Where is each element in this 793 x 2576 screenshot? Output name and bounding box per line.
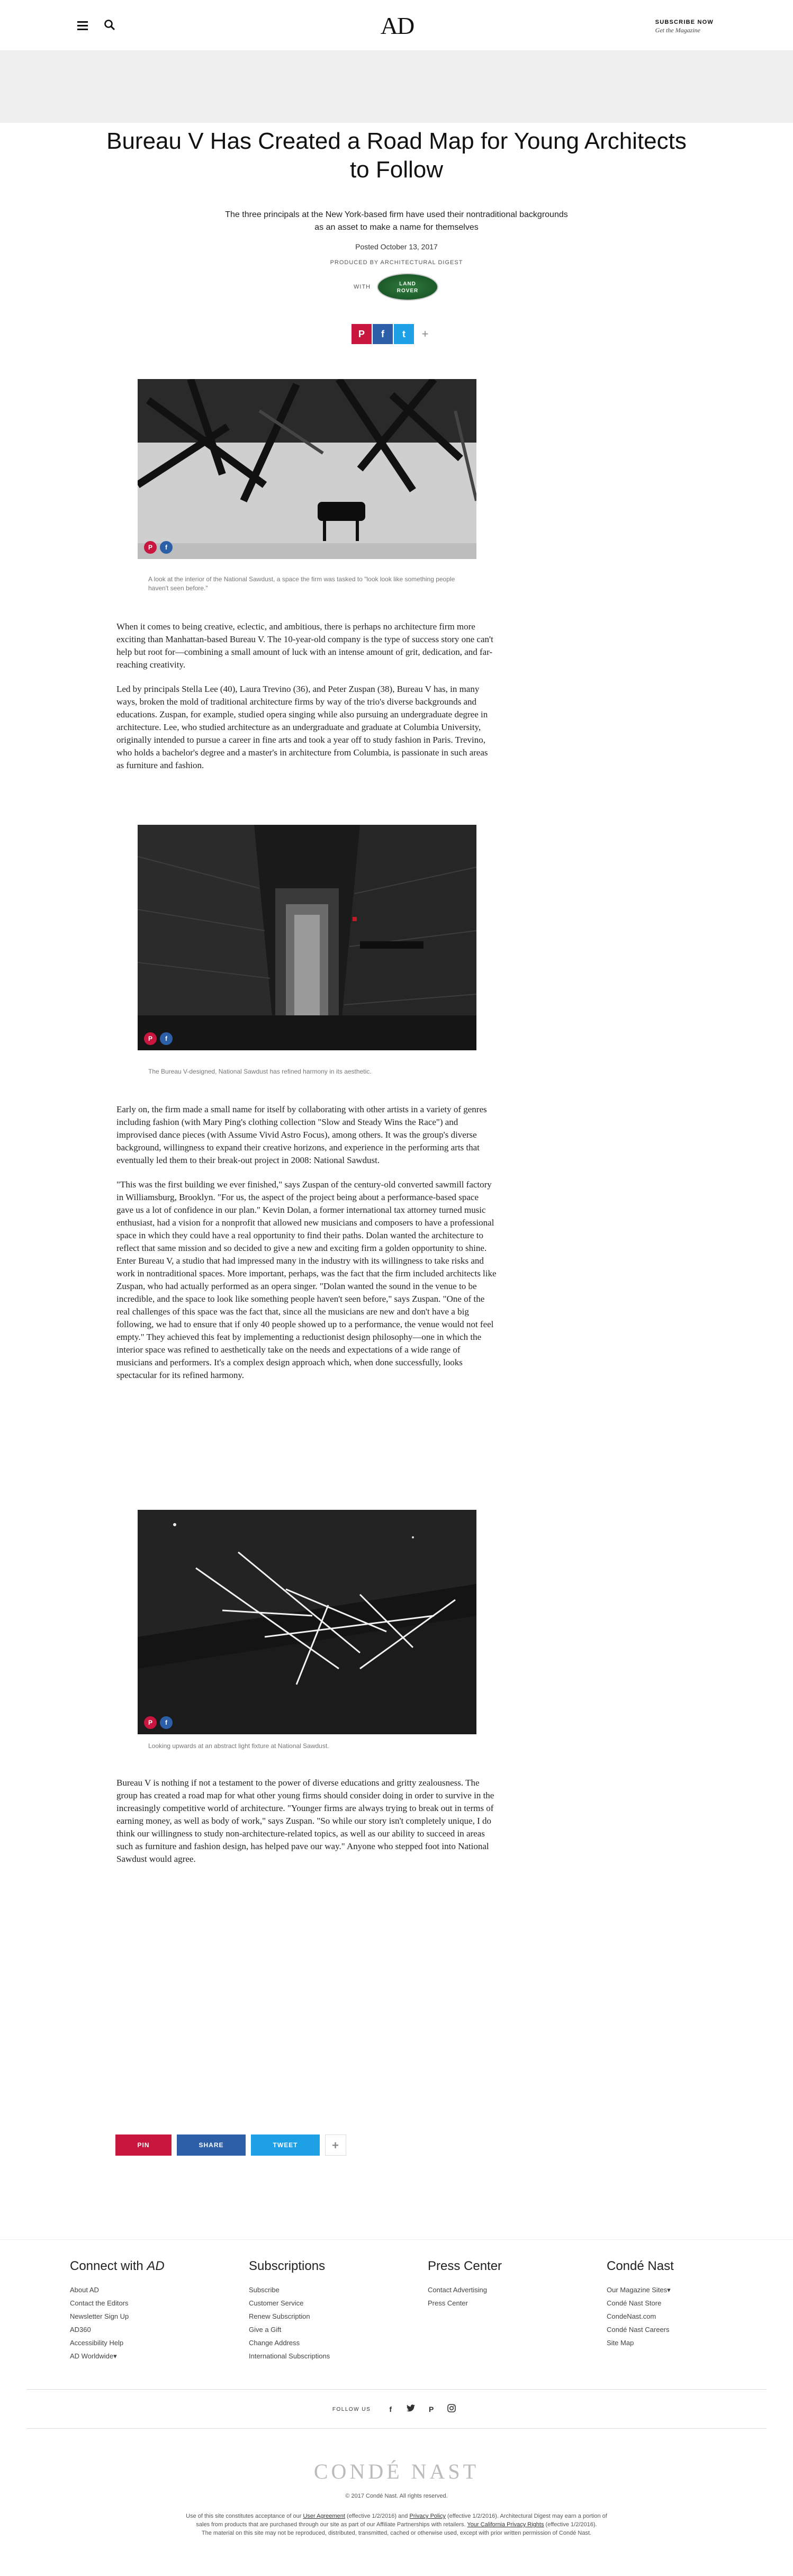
footer-conde: Condé Nast Our Magazine Sites▾ Condé Nas… <box>607 2259 765 2349</box>
article-image-2: P f <box>138 825 476 1050</box>
article-body-3: Bureau V is nothing if not a testament t… <box>116 1777 497 1877</box>
tweet-button-label: TWEET <box>273 2141 298 2149</box>
image-1-caption: A look at the interior of the National S… <box>148 575 455 592</box>
footer-link[interactable]: Our Magazine Sites▾ <box>607 2283 765 2296</box>
posted-date: Posted October 13, 2017 <box>355 242 438 251</box>
follow-us-label: FOLLOW US <box>332 2406 371 2412</box>
copyright: © 2017 Condé Nast. All rights reserved. <box>345 2493 448 2499</box>
pinterest-share-button[interactable]: P <box>352 324 372 344</box>
instagram-icon[interactable] <box>446 2404 457 2415</box>
hamburger-icon[interactable] <box>77 21 88 30</box>
facebook-icon[interactable]: f <box>385 2404 396 2415</box>
more-share-button[interactable]: + <box>415 324 435 344</box>
footer-link[interactable]: Contact the Editors <box>70 2296 229 2310</box>
footer-connect-title: Connect with AD <box>70 2259 165 2273</box>
article-image-1: P f <box>138 379 476 559</box>
follow-us-row: FOLLOW US f P <box>0 2404 793 2415</box>
facebook-image-button[interactable]: f <box>160 541 173 554</box>
search-icon[interactable] <box>104 19 116 32</box>
pinterest-image-button[interactable]: P <box>144 1032 157 1045</box>
site-footer: Connect with AD About AD Contact the Edi… <box>0 2239 793 2576</box>
sponsor-logo-line2: ROVER <box>396 288 419 294</box>
footer-subscriptions: Subscriptions Subscribe Customer Service… <box>249 2259 408 2363</box>
produced-by: PRODUCED BY ARCHITECTURAL DIGEST <box>330 259 463 266</box>
site-header: AD SUBSCRIBE NOW Get the Magazine <box>0 0 793 51</box>
pin-button[interactable]: PIN <box>115 2134 172 2156</box>
footer-connect: Connect with AD About AD Contact the Edi… <box>70 2259 229 2363</box>
california-privacy-link[interactable]: Your California Privacy Rights <box>467 2521 544 2528</box>
conde-nast-logo[interactable]: CONDÉ NAST <box>0 2459 793 2484</box>
footer-link[interactable]: Give a Gift <box>249 2323 408 2336</box>
footer-link[interactable]: CondeNast.com <box>607 2310 765 2323</box>
image-3-caption: Looking upwards at an abstract light fix… <box>148 1742 329 1750</box>
subscribe-link[interactable]: SUBSCRIBE NOW Get the Magazine <box>655 19 714 34</box>
facebook-image-button[interactable]: f <box>160 1716 173 1729</box>
footer-link[interactable]: International Subscriptions <box>249 2349 408 2363</box>
footer-link[interactable]: Customer Service <box>249 2296 408 2310</box>
footer-press-title: Press Center <box>428 2259 502 2273</box>
magazine-label: Get the Magazine <box>655 26 700 34</box>
article-headline: Bureau V Has Created a Road Map for Youn… <box>106 128 687 183</box>
pinterest-icon[interactable]: P <box>426 2404 437 2415</box>
footer-link[interactable]: AD Worldwide▾ <box>70 2349 229 2363</box>
footer-link[interactable]: Renew Subscription <box>249 2310 408 2323</box>
sponsor-logo-line1: LAND <box>399 281 416 287</box>
footer-link[interactable]: Change Address <box>249 2336 408 2349</box>
legal-text: Use of this site constitutes acceptance … <box>186 2513 607 2536</box>
user-agreement-link[interactable]: User Agreement <box>303 2513 345 2519</box>
article-body-2: Early on, the firm made a small name for… <box>116 1103 497 1393</box>
footer-link[interactable]: About AD <box>70 2283 229 2296</box>
footer-link[interactable]: Press Center <box>428 2296 587 2310</box>
site-logo[interactable]: AD <box>378 12 416 39</box>
share-button-label: SHARE <box>199 2141 224 2149</box>
paragraph-2: Led by principals Stella Lee (40), Laura… <box>116 684 488 770</box>
share-toolbar-bottom: PIN SHARE TWEET + <box>115 2134 348 2156</box>
privacy-policy-link[interactable]: Privacy Policy <box>409 2513 445 2519</box>
pin-button-label: PIN <box>137 2141 150 2149</box>
footer-press: Press Center Contact Advertising Press C… <box>428 2259 587 2310</box>
paragraph-1: When it comes to being creative, eclecti… <box>116 622 493 670</box>
sponsor-row: WITH LAND ROVER <box>0 272 793 302</box>
footer-link[interactable]: Condé Nast Careers <box>607 2323 765 2336</box>
article-body-1: When it comes to being creative, eclecti… <box>116 620 497 783</box>
ad-banner <box>0 51 793 123</box>
footer-link[interactable]: Site Map <box>607 2336 765 2349</box>
legal-line-2: The material on this site may not be rep… <box>201 2530 592 2536</box>
twitter-icon[interactable] <box>405 2404 416 2415</box>
footer-link[interactable]: Accessibility Help <box>70 2336 229 2349</box>
share-button[interactable]: SHARE <box>177 2134 246 2156</box>
pinterest-image-button[interactable]: P <box>144 1716 157 1729</box>
land-rover-logo[interactable]: LAND ROVER <box>377 273 438 301</box>
pinterest-image-button[interactable]: P <box>144 541 157 554</box>
article-image-3: P f <box>138 1510 476 1734</box>
paragraph-5: Bureau V is nothing if not a testament t… <box>116 1778 494 1864</box>
with-label: WITH <box>354 284 371 290</box>
twitter-share-button[interactable]: t <box>394 324 414 344</box>
footer-subscriptions-title: Subscriptions <box>249 2259 326 2273</box>
footer-conde-title: Condé Nast <box>607 2259 674 2273</box>
facebook-image-button[interactable]: f <box>160 1032 173 1045</box>
footer-divider <box>26 2389 767 2390</box>
footer-divider <box>26 2428 767 2429</box>
paragraph-4: "This was the first building we ever fin… <box>116 1179 497 1380</box>
footer-link[interactable]: AD360 <box>70 2323 229 2336</box>
footer-link[interactable]: Condé Nast Store <box>607 2296 765 2310</box>
footer-link[interactable]: Newsletter Sign Up <box>70 2310 229 2323</box>
footer-link[interactable]: Contact Advertising <box>428 2283 587 2296</box>
article-dek: The three principals at the New York-bas… <box>225 210 568 232</box>
image-2-caption: The Bureau V-designed, National Sawdust … <box>148 1068 372 1075</box>
tweet-button[interactable]: TWEET <box>251 2134 320 2156</box>
more-share-button[interactable]: + <box>325 2134 346 2156</box>
paragraph-3: Early on, the firm made a small name for… <box>116 1104 487 1165</box>
facebook-share-button[interactable]: f <box>373 324 393 344</box>
footer-link[interactable]: Subscribe <box>249 2283 408 2296</box>
subscribe-label: SUBSCRIBE NOW <box>655 19 714 25</box>
